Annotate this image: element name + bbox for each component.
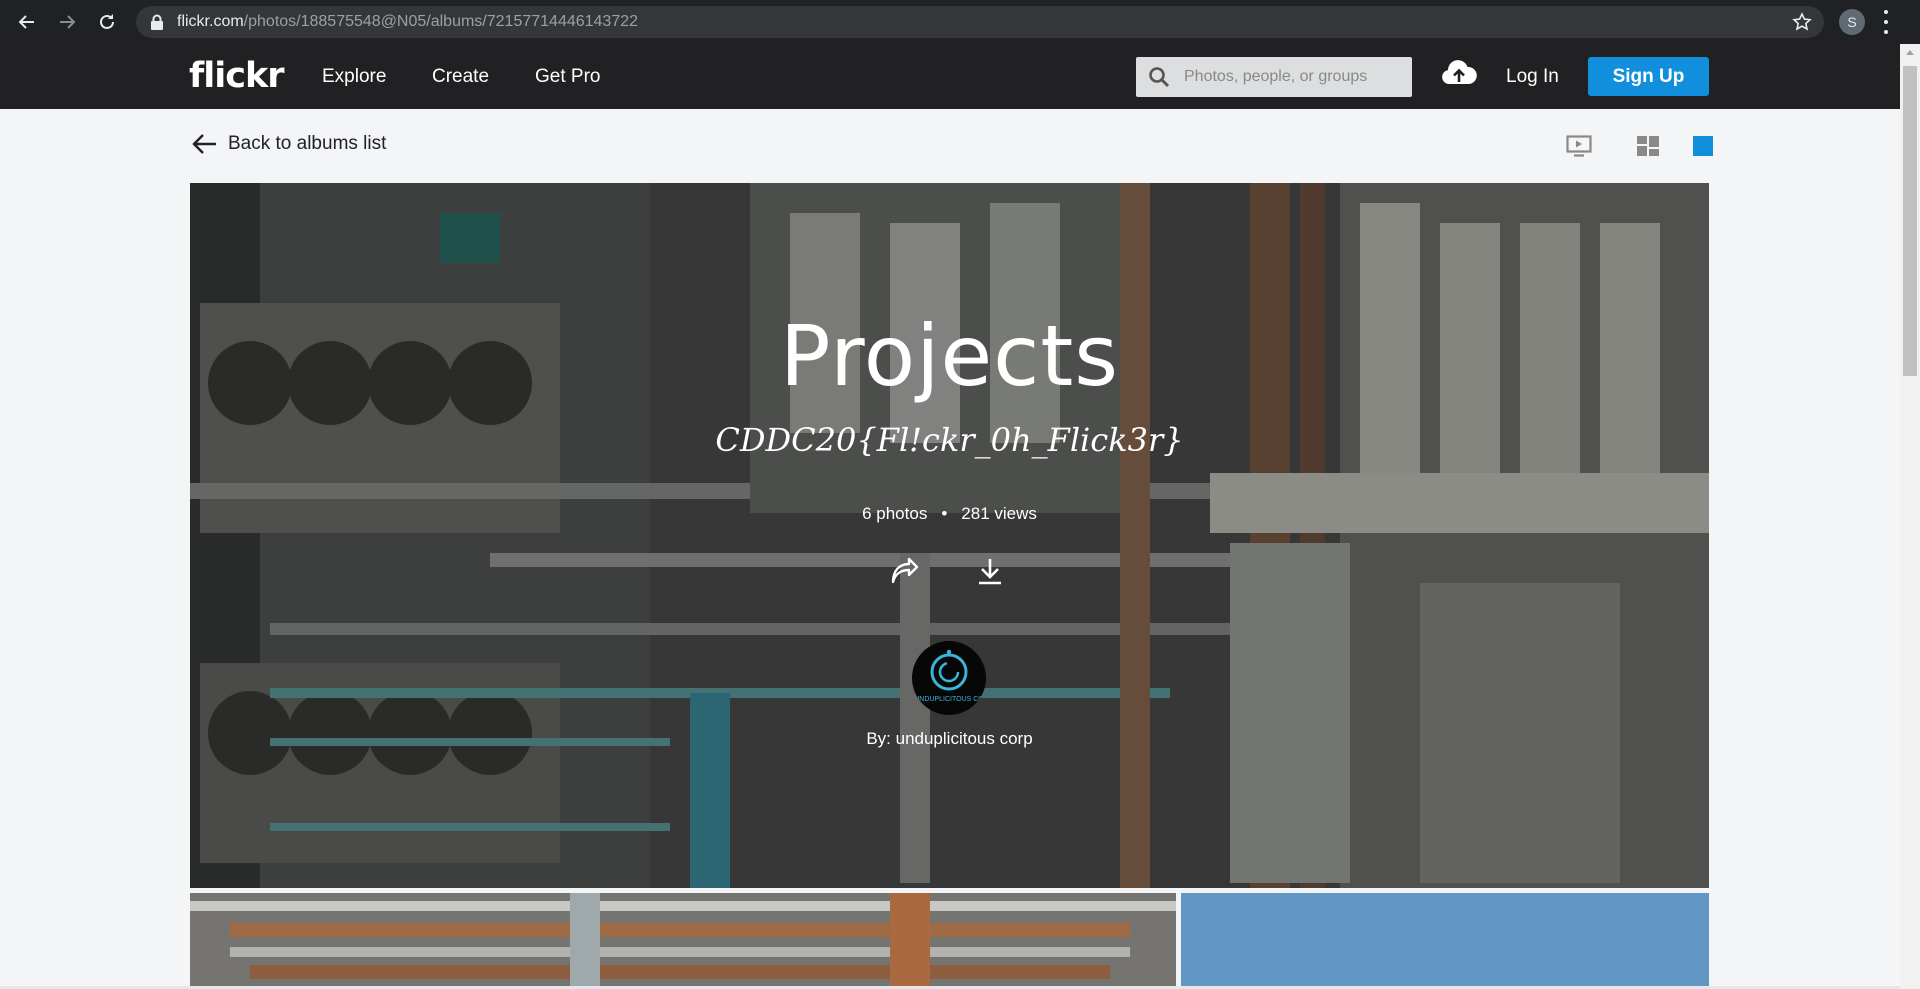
search-input[interactable] xyxy=(1184,57,1404,97)
scrollbar-thumb[interactable] xyxy=(1903,66,1917,376)
browser-back-button[interactable] xyxy=(13,8,41,36)
browser-menu-icon[interactable] xyxy=(1882,10,1890,34)
album-actions xyxy=(887,555,1007,589)
flickr-logo[interactable]: flickr xyxy=(189,56,285,96)
single-view-icon[interactable] xyxy=(1690,135,1716,157)
album-photo-thumbnail[interactable] xyxy=(190,893,1176,989)
album-description: CDDC20{Fl!ckr_0h_Flick3r} xyxy=(715,421,1184,459)
photos-count: 6 photos xyxy=(862,504,928,523)
back-to-albums-link[interactable]: Back to albums list xyxy=(192,133,386,155)
share-icon[interactable] xyxy=(887,555,921,589)
browser-reload-button[interactable] xyxy=(93,8,121,36)
back-label: Back to albums list xyxy=(228,133,387,154)
browser-toolbar: flickr.com/photos/188575548@N05/albums/7… xyxy=(0,0,1920,44)
album-photo-thumbnail[interactable] xyxy=(1181,893,1709,989)
signup-button[interactable]: Sign Up xyxy=(1588,57,1709,96)
address-bar[interactable]: flickr.com/photos/188575548@N05/albums/7… xyxy=(136,6,1824,38)
owner-avatar[interactable]: UNDUPLICITOUS CO xyxy=(912,641,986,715)
album-hero: Projects CDDC20{Fl!ckr_0h_Flick3r} 6 pho… xyxy=(190,183,1709,888)
arrow-right-icon xyxy=(60,15,76,29)
reload-icon xyxy=(100,14,114,29)
arrow-left-icon xyxy=(18,15,34,29)
lock-icon xyxy=(151,14,163,30)
grid-view-icon[interactable] xyxy=(1635,135,1661,157)
stats-separator: • xyxy=(941,504,948,523)
profile-initial: S xyxy=(1847,14,1857,30)
site-header: flickr Explore Create Get Pro Log In Sig… xyxy=(0,44,1900,109)
nav-explore[interactable]: Explore xyxy=(322,66,386,88)
login-link[interactable]: Log In xyxy=(1506,66,1559,88)
slideshow-view-icon[interactable] xyxy=(1566,135,1592,157)
album-owner[interactable]: By: unduplicitous corp xyxy=(190,729,1709,749)
arrow-left-icon xyxy=(192,134,216,154)
download-icon[interactable] xyxy=(973,555,1007,589)
album-stats: 6 photos • 281 views xyxy=(190,504,1709,524)
search-icon[interactable] xyxy=(1148,66,1170,88)
unduplicitous-logo-icon: UNDUPLICITOUS CO xyxy=(914,649,984,703)
upload-cloud-icon[interactable] xyxy=(1440,58,1478,90)
nav-create[interactable]: Create xyxy=(432,66,489,88)
browser-forward-button[interactable] xyxy=(53,8,81,36)
bookmark-star-icon[interactable] xyxy=(1792,12,1812,32)
views-count: 281 views xyxy=(961,504,1037,523)
scroll-up-arrow-icon[interactable] xyxy=(1906,50,1914,55)
avatar-text: UNDUPLICITOUS CO xyxy=(914,696,984,703)
hero-overlay xyxy=(190,183,1709,888)
search-box xyxy=(1136,57,1412,97)
url-text: flickr.com/photos/188575548@N05/albums/7… xyxy=(177,13,639,30)
industrial-pipes-photo xyxy=(190,893,1176,989)
profile-avatar[interactable]: S xyxy=(1839,9,1865,35)
album-title: Projects xyxy=(779,307,1120,405)
page-scrollbar[interactable] xyxy=(1900,44,1920,989)
nav-get-pro[interactable]: Get Pro xyxy=(535,66,600,88)
